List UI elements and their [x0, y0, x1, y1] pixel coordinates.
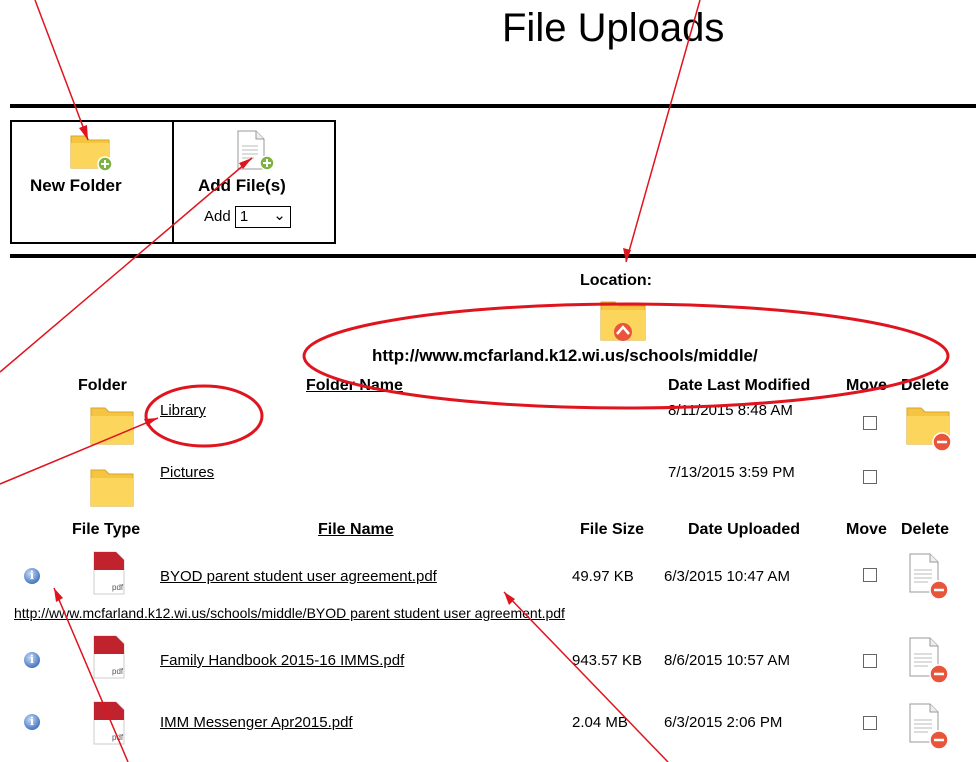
file-uploaded-date: 6/3/2015 2:06 PM: [664, 714, 783, 731]
file-move-checkbox[interactable]: [863, 716, 877, 730]
delete-folder-icon[interactable]: [906, 402, 954, 454]
pdf-type-label: pdf: [112, 667, 124, 676]
pdf-type-label: pdf: [112, 583, 124, 592]
new-folder-icon: [70, 130, 116, 172]
add-files-button[interactable]: Add File(s) Add 1 ⌄: [172, 120, 336, 244]
new-folder-label: New Folder: [30, 176, 122, 195]
file-move-checkbox[interactable]: [863, 654, 877, 668]
folder-link-pictures[interactable]: Pictures: [160, 464, 214, 481]
chevron-down-icon: ⌄: [273, 207, 286, 224]
file-delete-column-header: Delete: [901, 521, 950, 538]
delete-file-icon[interactable]: [908, 552, 952, 602]
folder-link-library[interactable]: Library: [160, 402, 206, 419]
top-divider: [10, 104, 976, 108]
file-name-column-header[interactable]: File Name: [318, 521, 394, 539]
folder-modified-date: 8/11/2015 8:48 AM: [668, 402, 793, 419]
location-label: Location:: [580, 272, 652, 289]
folder-modified-date: 7/13/2015 3:59 PM: [668, 464, 795, 481]
add-count-select[interactable]: 1 ⌄: [234, 206, 291, 228]
file-size-column-header: File Size: [580, 521, 645, 538]
file-size: 943.57 KB: [572, 652, 643, 669]
file-size: 49.97 KB: [572, 568, 634, 585]
parent-folder-icon[interactable]: [600, 298, 648, 342]
section-divider: [10, 254, 976, 258]
file-url-link[interactable]: http://www.mcfarland.k12.wi.us/schools/m…: [14, 605, 565, 621]
pdf-icon: pdf: [92, 634, 126, 680]
date-uploaded-column-header: Date Uploaded: [688, 521, 801, 538]
add-prefix: Add: [204, 207, 231, 225]
folder-icon[interactable]: [90, 402, 136, 448]
annotation-arrow: [34, 0, 89, 141]
add-count-row: Add 1 ⌄: [204, 206, 291, 228]
file-move-column-header: Move: [846, 521, 887, 538]
file-move-checkbox[interactable]: [863, 568, 877, 582]
add-file-icon: [236, 130, 276, 172]
arrowhead-icon: [144, 418, 158, 426]
new-folder-button[interactable]: New Folder: [10, 120, 174, 244]
date-modified-column-header: Date Last Modified: [668, 377, 811, 394]
pdf-type-label: pdf: [112, 733, 124, 742]
folder-name-column-header[interactable]: Folder Name: [306, 377, 403, 395]
file-uploaded-date: 8/6/2015 10:57 AM: [664, 652, 790, 669]
folder-delete-column-header: Delete: [901, 377, 950, 394]
file-link[interactable]: Family Handbook 2015-16 IMMS.pdf: [160, 652, 404, 669]
annotation-overlay: [0, 0, 950, 762]
folder-column-header: Folder: [78, 377, 127, 394]
file-link[interactable]: BYOD parent student user agreement.pdf: [160, 568, 437, 585]
file-type-column-header: File Type: [72, 521, 141, 538]
delete-file-icon[interactable]: [908, 702, 952, 752]
delete-file-icon[interactable]: [908, 636, 952, 686]
folder-move-column-header: Move: [846, 377, 887, 394]
arrowhead-icon: [54, 588, 63, 602]
page-title: File Uploads: [502, 6, 725, 50]
folder-move-checkbox[interactable]: [863, 416, 877, 430]
info-icon[interactable]: i: [24, 652, 40, 668]
folder-icon[interactable]: [90, 464, 136, 510]
file-size: 2.04 MB: [572, 714, 628, 731]
pdf-icon: pdf: [92, 700, 126, 746]
arrowhead-icon: [504, 592, 515, 605]
pdf-icon: pdf: [92, 550, 126, 596]
file-link[interactable]: IMM Messenger Apr2015.pdf: [160, 714, 353, 731]
info-icon[interactable]: i: [24, 714, 40, 730]
add-count-value: 1: [239, 208, 249, 225]
info-icon[interactable]: i: [24, 568, 40, 584]
folder-move-checkbox[interactable]: [863, 470, 877, 484]
location-url: http://www.mcfarland.k12.wi.us/schools/m…: [372, 346, 758, 365]
file-uploaded-date: 6/3/2015 10:47 AM: [664, 568, 790, 585]
add-files-label: Add File(s): [198, 176, 286, 195]
